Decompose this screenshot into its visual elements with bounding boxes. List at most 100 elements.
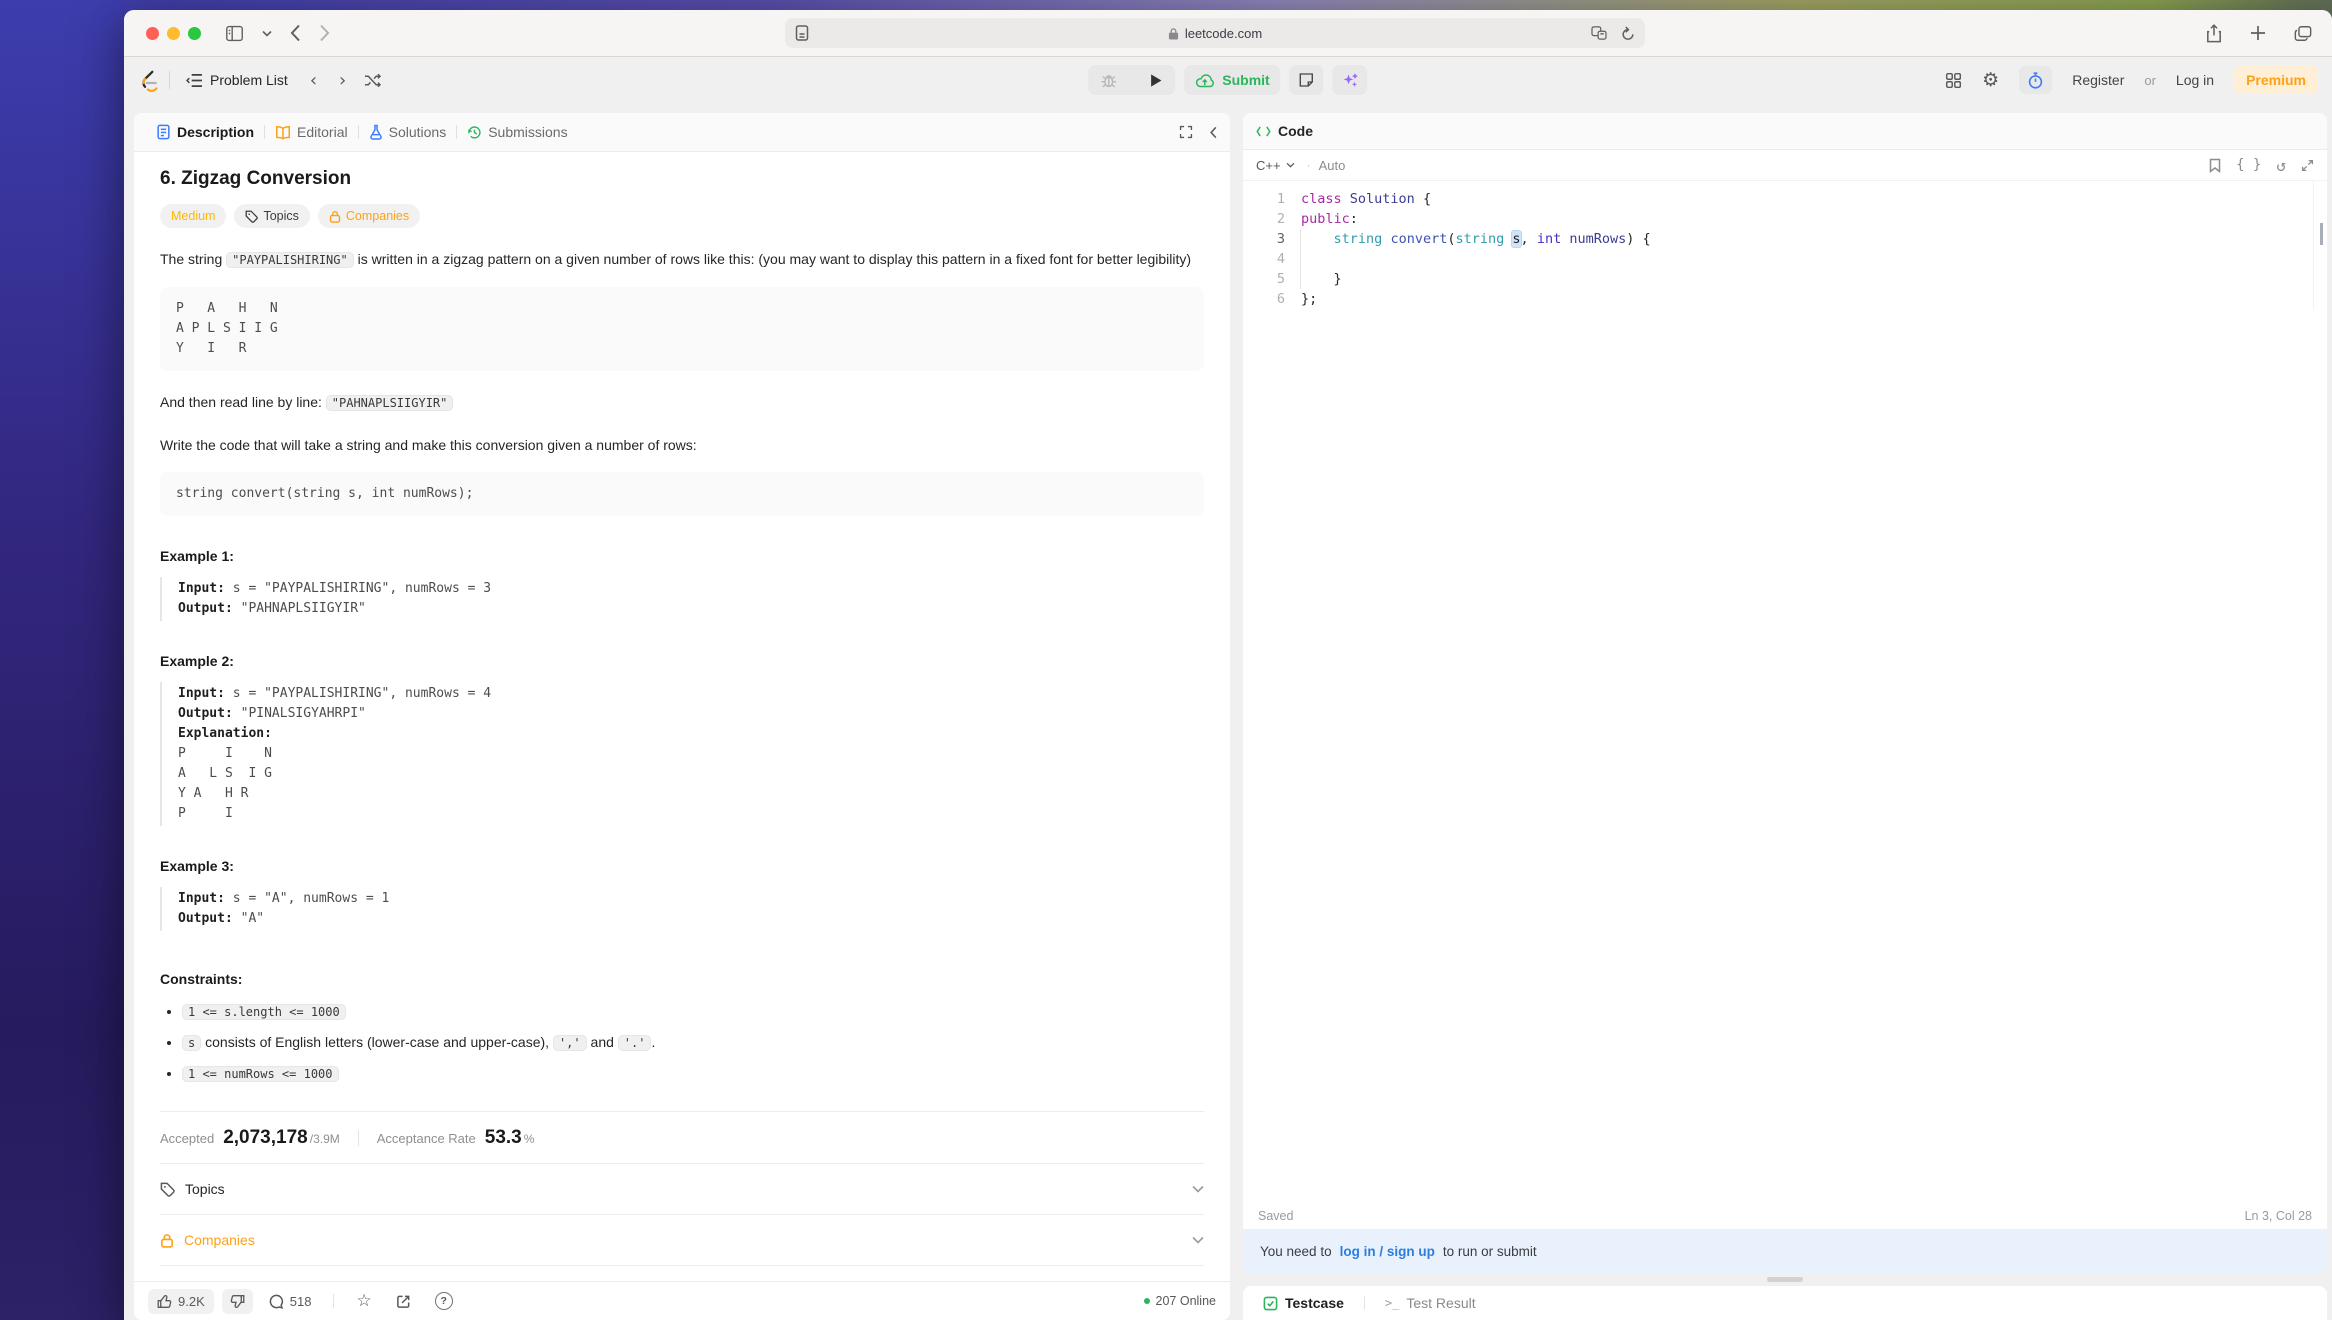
line-number: 6 xyxy=(1243,289,1301,309)
solutions-flask-icon xyxy=(369,124,383,140)
forward-button[interactable] xyxy=(319,24,330,42)
constraints-list: 1 <= s.length <= 1000 s consists of Engl… xyxy=(160,1003,1204,1081)
settings-gear-icon[interactable]: ⚙ xyxy=(1982,71,1999,90)
topics-badge[interactable]: Topics xyxy=(234,204,309,228)
page-title: 6. Zigzag Conversion xyxy=(160,168,1204,190)
sidebar-chevron-icon[interactable] xyxy=(262,30,272,37)
login-link[interactable]: Log in xyxy=(2176,72,2214,88)
tab-editorial[interactable]: Editorial xyxy=(265,124,358,140)
inline-code: "PAYPALISHIRING" xyxy=(226,252,354,268)
tab-test-result[interactable]: >_ Test Result xyxy=(1379,1294,1482,1312)
prev-problem-button[interactable]: ‹ xyxy=(304,70,323,91)
description-doc-icon xyxy=(156,124,171,140)
desktop-wallpaper-left xyxy=(0,0,124,1320)
problem-list-button[interactable]: Problem List xyxy=(180,68,294,92)
tab-overview-icon[interactable] xyxy=(2294,25,2312,42)
code-line[interactable]: 3 string convert(string s, int numRows) … xyxy=(1243,229,2327,249)
or-text: or xyxy=(2144,73,2156,88)
tab-solutions[interactable]: Solutions xyxy=(359,124,457,140)
acceptance-rate-value: 53.3 xyxy=(485,1127,522,1149)
like-button[interactable]: 9.2K xyxy=(148,1289,214,1314)
back-button[interactable] xyxy=(290,24,301,42)
sidebar-toggle-icon[interactable] xyxy=(225,25,244,42)
comment-icon xyxy=(269,1294,284,1309)
tab-testcase[interactable]: Testcase xyxy=(1257,1294,1350,1312)
language-selector[interactable]: C++ xyxy=(1256,158,1295,173)
accordion-companies[interactable]: Companies xyxy=(160,1215,1204,1265)
indent-guide xyxy=(1300,229,1301,289)
favorite-star-button[interactable]: ☆ xyxy=(348,1293,379,1310)
example-block: Input: s = "PAYPALISHIRING", numRows = 4… xyxy=(160,682,1204,826)
address-bar[interactable]: leetcode.com xyxy=(785,18,1645,48)
minimize-window-button[interactable] xyxy=(167,27,180,40)
new-tab-icon[interactable] xyxy=(2250,25,2266,41)
tab-submissions[interactable]: Submissions xyxy=(457,124,577,140)
editor-scrollbar[interactable] xyxy=(2313,181,2327,309)
help-button[interactable]: ? xyxy=(427,1292,461,1310)
notes-icon[interactable] xyxy=(1290,65,1324,95)
read-line-text: And then read line by line: "PAHNAPLSIIG… xyxy=(160,391,1200,414)
stats-row: Accepted 2,073,178 /3.9M Acceptance Rate… xyxy=(160,1127,1204,1149)
description-panel: Description Editorial Solutions xyxy=(134,113,1230,1320)
leetcode-logo[interactable] xyxy=(138,68,159,92)
collapse-panel-icon[interactable] xyxy=(1209,126,1218,139)
run-icon[interactable] xyxy=(1137,65,1175,95)
online-count: 207 Online xyxy=(1144,1294,1216,1308)
premium-button[interactable]: Premium xyxy=(2234,66,2318,94)
dislike-button[interactable] xyxy=(222,1289,253,1314)
star-icon: ☆ xyxy=(356,1293,371,1310)
leetcode-navbar: Problem List ‹ › Submit xyxy=(124,57,2332,103)
refresh-icon[interactable] xyxy=(1621,26,1635,41)
close-window-button[interactable] xyxy=(146,27,159,40)
accordion-topics[interactable]: Topics xyxy=(160,1164,1204,1214)
difficulty-badge[interactable]: Medium xyxy=(160,204,226,228)
code-line[interactable]: 4 xyxy=(1243,249,2327,269)
tab-description[interactable]: Description xyxy=(146,124,264,140)
code-line[interactable]: 6}; xyxy=(1243,289,2327,309)
acceptance-rate-unit: % xyxy=(524,1132,535,1146)
zigzag-pattern-block: P A H N A P L S I I G Y I R xyxy=(160,287,1204,371)
login-banner: You need to log in / sign up to run or s… xyxy=(1243,1229,2327,1273)
bookmark-icon[interactable] xyxy=(2209,158,2221,173)
nav-divider xyxy=(169,71,170,89)
problem-content: 6. Zigzag Conversion Medium Topics Compa… xyxy=(134,152,1230,1320)
register-link[interactable]: Register xyxy=(2072,72,2124,88)
line-number: 1 xyxy=(1243,189,1301,209)
browser-window: leetcode.com xyxy=(124,10,2332,1320)
ai-sparkles-icon[interactable] xyxy=(1333,65,1368,95)
maximize-editor-icon[interactable] xyxy=(2301,159,2314,172)
example-block: Input: s = "A", numRows = 1 Output: "A" xyxy=(160,887,1204,931)
expand-panel-icon[interactable] xyxy=(1179,125,1193,139)
reader-page-icon[interactable] xyxy=(795,25,809,41)
run-debug-group xyxy=(1088,65,1175,95)
terminal-icon: >_ xyxy=(1385,1296,1399,1310)
companies-badge[interactable]: Companies xyxy=(318,204,420,228)
editor-status-bar: Saved Ln 3, Col 28 xyxy=(1243,1203,2327,1229)
code-line[interactable]: 5 } xyxy=(1243,269,2327,289)
inline-code: "PAHNAPLSIIGYIR" xyxy=(326,395,454,411)
code-editor[interactable]: 1class Solution {2public:3 string conver… xyxy=(1243,181,2327,309)
debug-icon[interactable] xyxy=(1088,65,1129,95)
constraint-item: 1 <= s.length <= 1000 xyxy=(182,1003,1204,1019)
accepted-total: /3.9M xyxy=(310,1132,340,1146)
next-problem-button[interactable]: › xyxy=(333,70,352,91)
browser-toolbar: leetcode.com xyxy=(124,10,2332,57)
dot-separator: · xyxy=(1307,158,1311,172)
zoom-window-button[interactable] xyxy=(188,27,201,40)
comments-button[interactable]: 518 xyxy=(261,1294,320,1309)
share-icon[interactable] xyxy=(2206,24,2222,43)
editor-empty-space[interactable] xyxy=(1243,309,2327,1203)
translate-icon[interactable] xyxy=(1591,26,1607,40)
reset-code-icon[interactable]: ↺ xyxy=(2276,156,2286,175)
layout-switcher-icon[interactable] xyxy=(1945,72,1962,89)
format-braces-icon[interactable]: { } xyxy=(2236,157,2261,173)
submit-button[interactable]: Submit xyxy=(1184,65,1280,95)
timer-icon[interactable] xyxy=(2019,66,2052,94)
resize-handle[interactable] xyxy=(1767,1277,1803,1282)
share-solution-button[interactable] xyxy=(388,1294,419,1309)
code-line[interactable]: 1class Solution { xyxy=(1243,189,2327,209)
code-line[interactable]: 2public: xyxy=(1243,209,2327,229)
login-signup-link[interactable]: log in / sign up xyxy=(1337,1244,1438,1259)
tag-icon xyxy=(160,1182,175,1197)
random-problem-icon[interactable] xyxy=(364,73,381,88)
